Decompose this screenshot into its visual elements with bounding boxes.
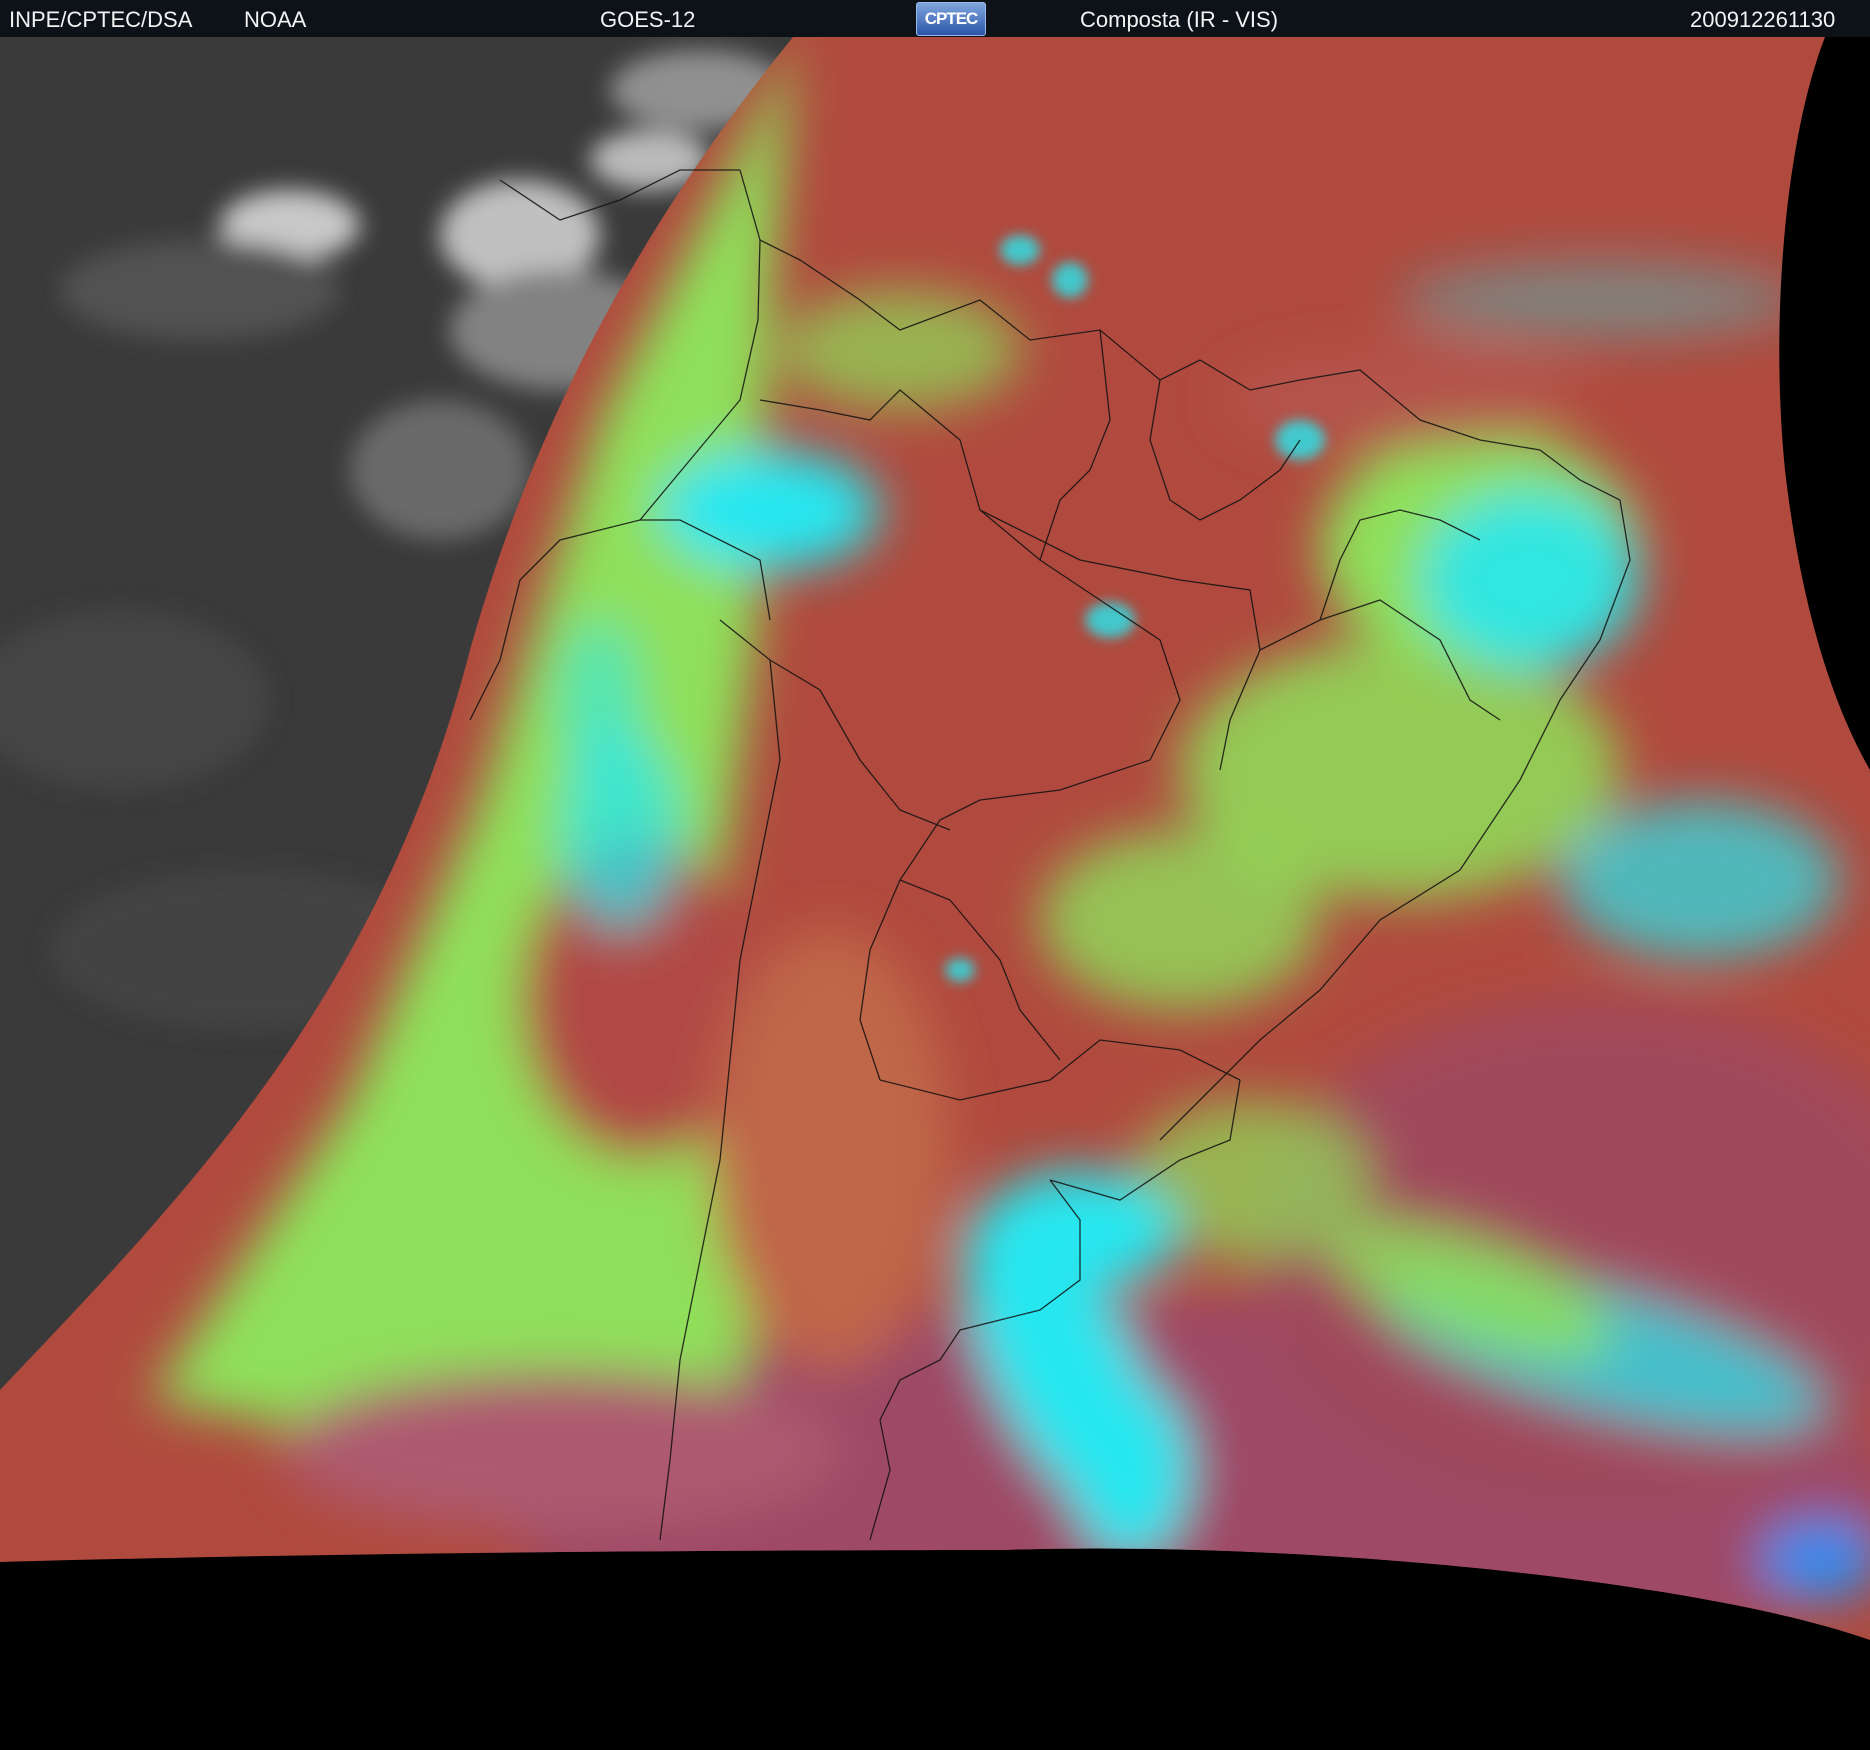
satellite-label: GOES-12 — [600, 7, 696, 32]
cptec-logo: CPTEC — [916, 2, 986, 36]
image-header-bar: INPE/CPTEC/DSA NOAA GOES-12 CPTEC Compos… — [0, 0, 1870, 37]
timestamp-label: 200912261130 — [1690, 7, 1836, 32]
agency-label: INPE/CPTEC/DSA — [9, 7, 193, 32]
satellite-composite-image — [0, 37, 1870, 1750]
composite-map — [0, 37, 1870, 1750]
provider-label: NOAA — [244, 7, 307, 32]
product-label: Composta (IR - VIS) — [1080, 7, 1279, 32]
